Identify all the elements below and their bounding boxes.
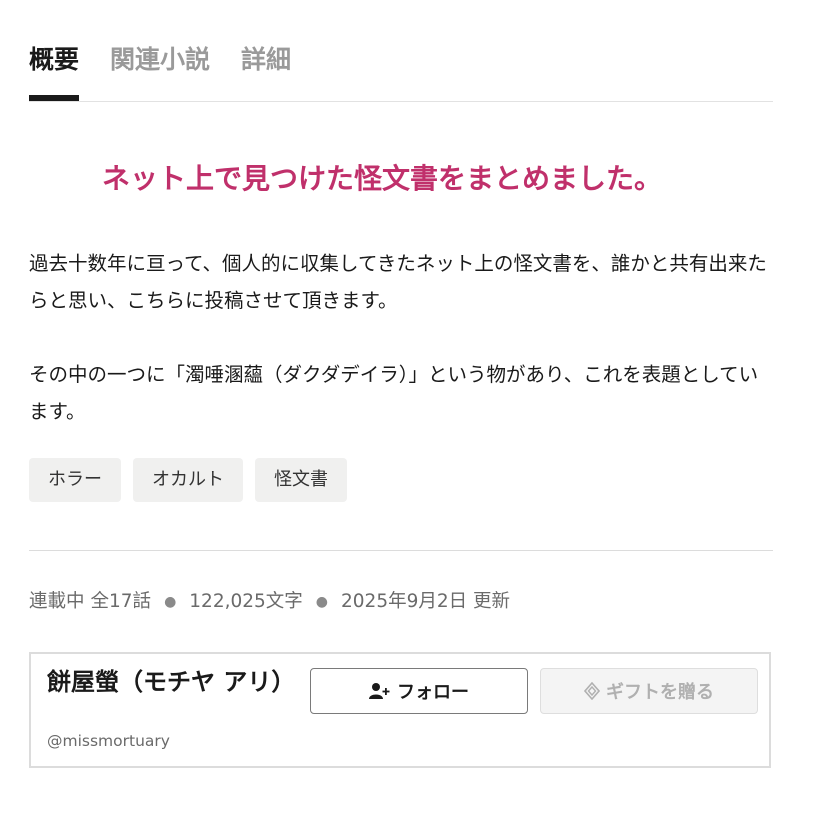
gift-button[interactable]: ギフトを贈る: [540, 668, 758, 714]
tab-related-novels[interactable]: 関連小説: [110, 40, 210, 101]
episode-count: 全17話: [90, 591, 152, 612]
gift-button-label: ギフトを贈る: [606, 682, 714, 703]
catchphrase: ネット上で見つけた怪文書をまとめました。: [102, 162, 663, 195]
gift-diamond-icon: [584, 682, 600, 700]
tab-overview[interactable]: 概要: [29, 40, 80, 101]
tag-horror[interactable]: ホラー: [29, 458, 121, 502]
divider: [29, 550, 773, 551]
last-updated: 2025年9月2日 更新: [341, 591, 511, 612]
author-name[interactable]: 餅屋螢（モチヤ アリ）: [47, 666, 297, 699]
author-card: 餅屋螢（モチヤ アリ） @missmortuary フォロー ギフトを贈る: [29, 652, 771, 768]
follow-button[interactable]: フォロー: [310, 668, 528, 714]
serial-status: 連載中: [29, 591, 85, 612]
follow-button-label: フォロー: [397, 682, 469, 703]
tag-occult[interactable]: オカルト: [133, 458, 243, 502]
tag-strange-documents[interactable]: 怪文書: [255, 458, 347, 502]
tab-bar: 概要 関連小説 詳細: [29, 40, 773, 102]
intro-paragraph: その中の一つに「濁唾溷蘊（ダクダデイラ）」という物があり、これを表題としています…: [29, 363, 759, 423]
tag-list: ホラー オカルト 怪文書: [29, 458, 347, 502]
introduction: 過去十数年に亘って、個人的に収集してきたネット上の怪文書を、誰かと共有出来たらと…: [29, 245, 773, 430]
character-count: 122,025文字: [189, 591, 303, 612]
tab-details[interactable]: 詳細: [241, 40, 291, 101]
work-meta: 連載中 全17話 ● 122,025文字 ● 2025年9月2日 更新: [29, 586, 510, 618]
intro-paragraph: 過去十数年に亘って、個人的に収集してきたネット上の怪文書を、誰かと共有出来たらと…: [29, 252, 767, 312]
add-user-icon: [369, 682, 391, 700]
author-handle: @missmortuary: [47, 732, 170, 750]
separator-dot: ●: [164, 594, 177, 610]
separator-dot: ●: [315, 594, 329, 610]
